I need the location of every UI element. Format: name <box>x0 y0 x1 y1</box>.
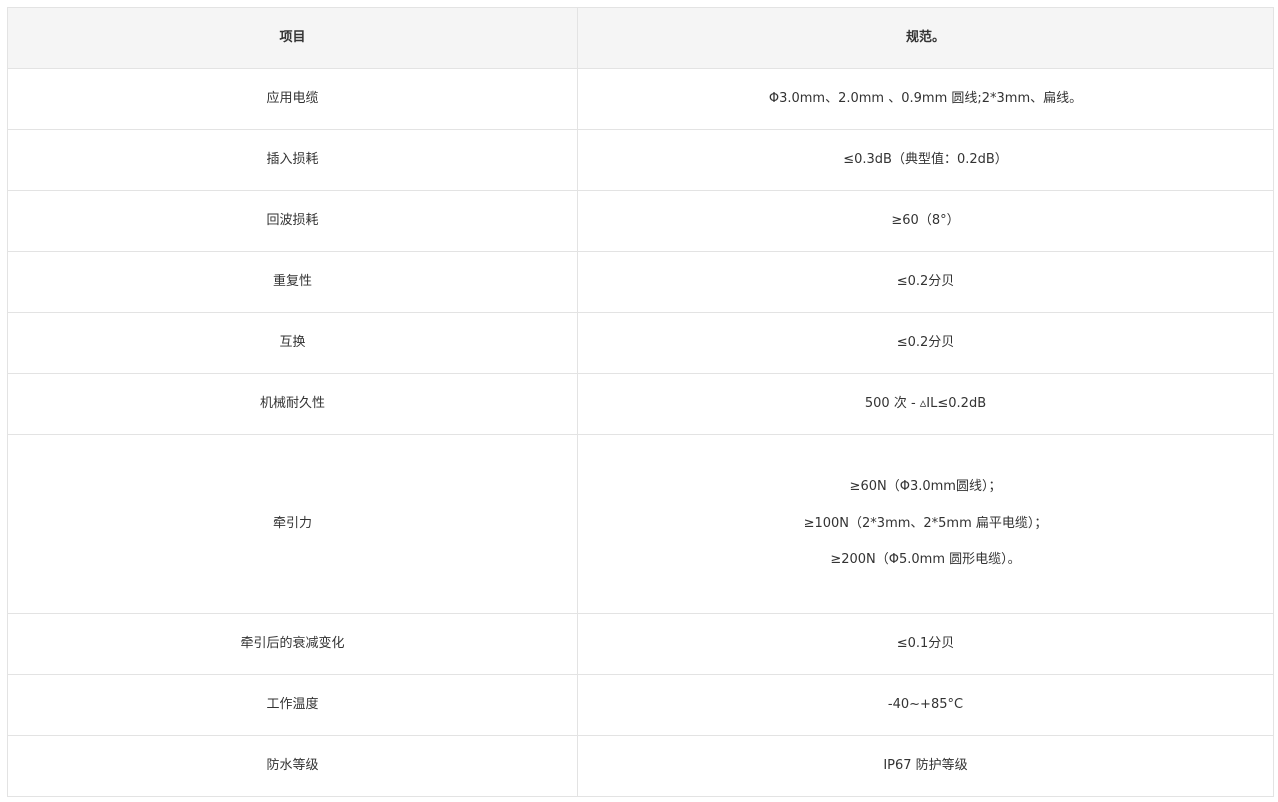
row-spec-cell: ≥60N（Φ3.0mm圆线）； ≥100N（2*3mm、2*5mm 扁平电缆）；… <box>577 434 1274 614</box>
row-spec-cell: -40~+85°C <box>577 674 1274 736</box>
row-spec-cell: IP67 防护等级 <box>577 735 1274 797</box>
row-spec-cell: ≤0.2分贝 <box>577 312 1274 374</box>
spec-table: 项目 规范。 应用电缆 Φ3.0mm、2.0mm 、0.9mm 圆线;2*3mm… <box>7 7 1274 797</box>
row-item-cell: 互换 <box>7 312 578 374</box>
table-row: 应用电缆 Φ3.0mm、2.0mm 、0.9mm 圆线;2*3mm、扁线。 <box>7 68 1274 130</box>
spec-line: ≥200N（Φ5.0mm 圆形电缆）。 <box>830 552 1021 568</box>
row-item-cell: 牵引力 <box>7 434 578 614</box>
header-item: 项目 <box>7 7 578 69</box>
table-row: 防水等级 IP67 防护等级 <box>7 735 1274 797</box>
table-row: 插入损耗 ≤0.3dB（典型值：0.2dB） <box>7 129 1274 191</box>
table-row: 工作温度 -40~+85°C <box>7 674 1274 736</box>
row-item-cell: 防水等级 <box>7 735 578 797</box>
row-item-cell: 重复性 <box>7 251 578 313</box>
row-spec-cell: 500 次 - ▵IL≤0.2dB <box>577 373 1274 435</box>
row-spec-cell: Φ3.0mm、2.0mm 、0.9mm 圆线;2*3mm、扁线。 <box>577 68 1274 130</box>
table-row: 牵引力 ≥60N（Φ3.0mm圆线）； ≥100N（2*3mm、2*5mm 扁平… <box>7 434 1274 614</box>
header-spec: 规范。 <box>577 7 1274 69</box>
row-item-cell: 机械耐久性 <box>7 373 578 435</box>
table-row: 重复性 ≤0.2分贝 <box>7 251 1274 313</box>
spec-line: ≥100N（2*3mm、2*5mm 扁平电缆）； <box>803 515 1048 531</box>
row-spec-cell: ≤0.2分贝 <box>577 251 1274 313</box>
table-row: 回波损耗 ≥60（8°） <box>7 190 1274 252</box>
table-header-row: 项目 规范。 <box>7 7 1274 69</box>
row-spec-cell: ≥60（8°） <box>577 190 1274 252</box>
table-row: 牵引后的衰减变化 ≤0.1分贝 <box>7 613 1274 675</box>
row-item-cell: 插入损耗 <box>7 129 578 191</box>
row-item-cell: 应用电缆 <box>7 68 578 130</box>
table-row: 互换 ≤0.2分贝 <box>7 312 1274 374</box>
row-item-cell: 回波损耗 <box>7 190 578 252</box>
row-item-cell: 工作温度 <box>7 674 578 736</box>
table-row: 机械耐久性 500 次 - ▵IL≤0.2dB <box>7 373 1274 435</box>
spec-line: ≥60N（Φ3.0mm圆线）； <box>849 479 1002 495</box>
row-item-cell: 牵引后的衰减变化 <box>7 613 578 675</box>
row-spec-cell: ≤0.3dB（典型值：0.2dB） <box>577 129 1274 191</box>
row-spec-cell: ≤0.1分贝 <box>577 613 1274 675</box>
